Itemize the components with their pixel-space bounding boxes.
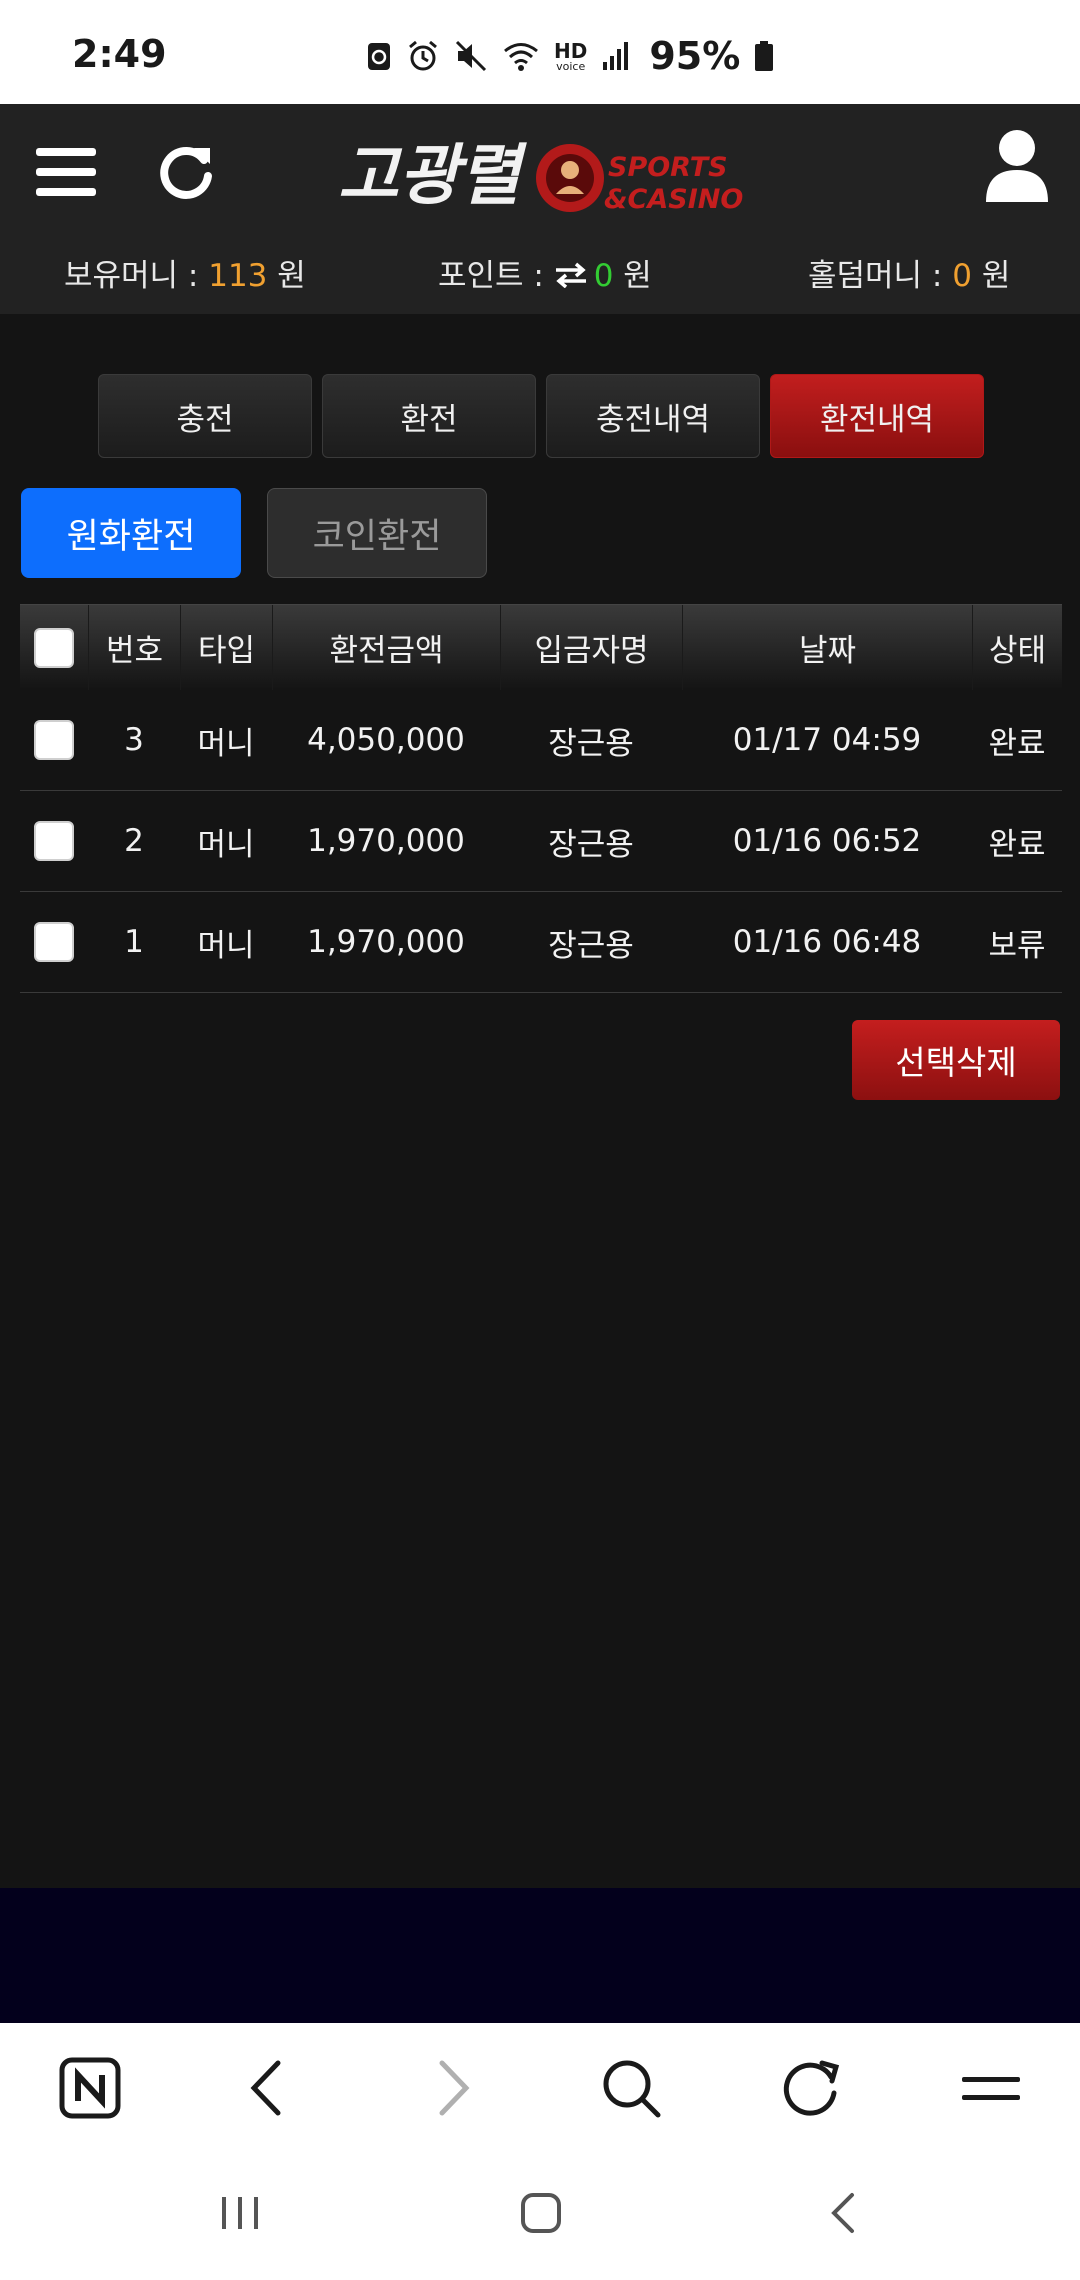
row-type: 머니 (197, 826, 255, 863)
row-date: 01/16 06:48 (732, 924, 922, 960)
signal-icon (603, 42, 629, 70)
site-header: 고광렬 SPORTS &CASINO 보유머니 : 113 원 포인트 : 0 … (0, 104, 1080, 314)
exchange-history-table: 번호 타입 환전금액 입금자명 날짜 상태 3 머니 4,050,000 장근용… (20, 604, 1062, 993)
wifi-icon (504, 43, 538, 71)
delete-selected-button[interactable]: 선택삭제 (852, 1020, 1060, 1100)
row-checkbox[interactable] (34, 720, 74, 760)
battery-percent: 95% (649, 34, 741, 78)
tab-exchange-history[interactable]: 환전내역 (770, 374, 984, 458)
holdem-money-value: 0 (952, 258, 972, 294)
row-date: 01/17 04:59 (732, 722, 922, 758)
table-row: 3 머니 4,050,000 장근용 01/17 04:59 완료 (20, 690, 1062, 791)
row-status: 완료 (988, 725, 1046, 762)
status-bar: 2:49 HD voice 95% (0, 0, 1080, 104)
recent-apps-icon[interactable] (210, 2183, 270, 2243)
back-icon[interactable] (814, 2183, 874, 2243)
exchange-icon[interactable] (554, 262, 588, 289)
table-header: 번호 타입 환전금액 입금자명 날짜 상태 (20, 604, 1062, 690)
footer-band (0, 1888, 1080, 2023)
refresh-icon[interactable] (154, 140, 218, 204)
holdem-money: 홀덤머니 : 0 원 (808, 258, 1011, 294)
tab-exchange[interactable]: 환전 (322, 374, 536, 458)
alarm-icon (409, 40, 437, 71)
system-nav-bar (0, 2153, 1080, 2280)
row-amount: 1,970,000 (307, 924, 465, 960)
forward-icon[interactable] (418, 2055, 484, 2121)
header-date: 날짜 (682, 605, 972, 690)
header-amount: 환전금액 (272, 605, 500, 690)
hold-money-value: 113 (208, 258, 268, 294)
tab-charge-history[interactable]: 충전내역 (546, 374, 760, 458)
subtab-coin-exchange[interactable]: 코인환전 (267, 488, 487, 578)
table-row: 2 머니 1,970,000 장근용 01/16 06:52 완료 (20, 791, 1062, 892)
status-time: 2:49 (72, 32, 167, 76)
point-value: 0 (593, 258, 614, 294)
point-money[interactable]: 포인트 : 0 원 (438, 250, 652, 295)
row-number: 2 (124, 823, 144, 859)
row-amount: 4,050,000 (307, 722, 465, 758)
row-checkbox[interactable] (34, 922, 74, 962)
row-status: 완료 (988, 826, 1046, 863)
row-type: 머니 (197, 927, 255, 964)
select-all-cell (20, 605, 88, 690)
hd-voice-indicator: HD voice (554, 38, 588, 73)
select-all-checkbox[interactable] (34, 627, 74, 668)
balance-bar: 보유머니 : 113 원 포인트 : 0 원 홀덤머니 : 0 원 (0, 250, 1080, 300)
header-type: 타입 (180, 605, 272, 690)
status-icons: HD voice 95% (366, 34, 774, 78)
main-tabs: 충전 환전 충전내역 환전내역 (98, 374, 984, 458)
recycle-icon (368, 43, 390, 70)
header-depositor: 입금자명 (500, 605, 682, 690)
browser-toolbar (0, 2023, 1080, 2153)
row-checkbox[interactable] (34, 821, 74, 861)
site-logo[interactable]: 고광렬 SPORTS &CASINO (338, 128, 748, 224)
table-row: 1 머니 1,970,000 장근용 01/16 06:48 보류 (20, 892, 1062, 993)
header-number: 번호 (88, 605, 180, 690)
hold-money: 보유머니 : 113 원 (64, 258, 306, 294)
row-type: 머니 (197, 725, 255, 762)
tab-charge[interactable]: 충전 (98, 374, 312, 458)
row-number: 3 (124, 722, 144, 758)
row-number: 1 (124, 924, 144, 960)
row-depositor: 장근용 (548, 927, 634, 964)
menu-icon[interactable] (958, 2055, 1024, 2121)
header-status: 상태 (972, 605, 1062, 690)
svg-text:SPORTS: SPORTS (608, 152, 728, 183)
row-depositor: 장근용 (548, 826, 634, 863)
row-amount: 1,970,000 (307, 823, 465, 859)
svg-text:&CASINO: &CASINO (604, 184, 743, 215)
menu-icon[interactable] (34, 140, 98, 204)
row-depositor: 장근용 (548, 725, 634, 762)
battery-icon (755, 41, 774, 71)
row-date: 01/16 06:52 (732, 823, 922, 859)
home-icon[interactable] (511, 2183, 571, 2243)
naver-home-icon[interactable] (57, 2055, 123, 2121)
svg-text:고광렬: 고광렬 (338, 137, 527, 214)
user-icon[interactable] (984, 128, 1050, 204)
search-icon[interactable] (598, 2055, 664, 2121)
reload-icon[interactable] (778, 2055, 844, 2121)
mute-icon (455, 40, 487, 72)
subtab-krw-exchange[interactable]: 원화환전 (21, 488, 241, 578)
back-icon[interactable] (236, 2055, 302, 2121)
row-status: 보류 (988, 927, 1046, 964)
